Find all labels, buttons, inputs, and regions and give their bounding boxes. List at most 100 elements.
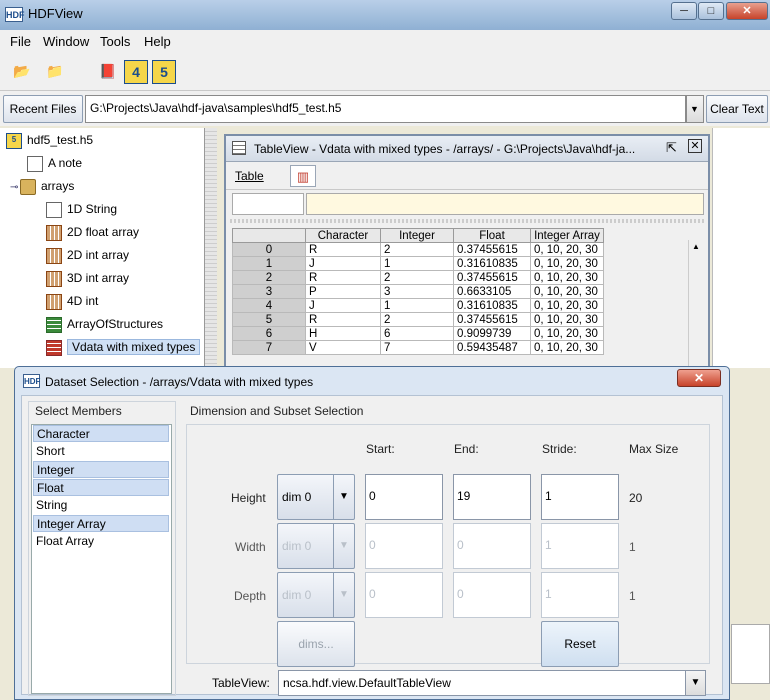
table-cell[interactable]: V	[305, 340, 381, 355]
table-row[interactable]: 7 V 7 0.59435487 0, 10, 20, 30	[232, 340, 604, 355]
row-header[interactable]: 0	[232, 242, 306, 257]
table-cell[interactable]: 0, 10, 20, 30	[530, 256, 604, 271]
height-stride-input[interactable]: 1	[541, 474, 619, 520]
members-list[interactable]: Character Short Integer Float String Int…	[31, 424, 172, 694]
table-row[interactable]: 4 J 1 0.31610835 0, 10, 20, 30	[232, 298, 604, 313]
width-dim-combo[interactable]: dim 0 ▼	[277, 523, 355, 569]
hdf4-library-icon[interactable]: 4	[124, 60, 148, 84]
table-cell[interactable]: 0, 10, 20, 30	[530, 326, 604, 341]
width-stride-input[interactable]: 1	[541, 523, 619, 569]
close-icon[interactable]: ✕	[688, 139, 702, 153]
table-cell[interactable]: J	[305, 256, 381, 271]
maximize-button[interactable]: □	[698, 2, 724, 20]
row-header[interactable]: 2	[232, 270, 306, 285]
chart-icon[interactable]: ▥	[290, 165, 316, 187]
dims-button[interactable]: dims...	[277, 621, 355, 667]
scroll-up-icon[interactable]: ▲	[692, 242, 700, 251]
table-row[interactable]: 6 H 6 0.9099739 0, 10, 20, 30	[232, 326, 604, 341]
table-cell[interactable]: 0.59435487	[453, 340, 531, 355]
table-cell[interactable]: 0, 10, 20, 30	[530, 340, 604, 355]
row-header[interactable]: 4	[232, 298, 306, 313]
table-cell[interactable]: P	[305, 284, 381, 299]
expand-toggle-icon[interactable]: ⊸	[10, 178, 20, 198]
close-file-icon[interactable]: 📁	[40, 56, 70, 86]
close-button[interactable]: ✕	[726, 2, 768, 20]
tree-item-a-note[interactable]: A note	[27, 153, 82, 173]
menu-file[interactable]: File	[10, 34, 31, 49]
reset-button[interactable]: Reset	[541, 621, 619, 667]
table-cell[interactable]: J	[305, 298, 381, 313]
table-cell[interactable]: 0.37455615	[453, 270, 531, 285]
list-item[interactable]: Float	[33, 479, 169, 496]
row-header[interactable]: 3	[232, 284, 306, 299]
clear-text-button[interactable]: Clear Text	[706, 95, 768, 123]
menu-window[interactable]: Window	[43, 34, 89, 49]
table-cell[interactable]: 2	[380, 242, 454, 257]
height-start-input[interactable]: 0	[365, 474, 443, 520]
tableview-combo[interactable]: ncsa.hdf.view.DefaultTableView ▼	[278, 670, 706, 696]
table-cell[interactable]: H	[305, 326, 381, 341]
menu-help[interactable]: Help	[144, 34, 171, 49]
help-book-icon[interactable]: 📕	[93, 56, 123, 86]
row-header[interactable]: 5	[232, 312, 306, 327]
table-cell[interactable]: 0, 10, 20, 30	[530, 284, 604, 299]
width-end-input[interactable]: 0	[453, 523, 531, 569]
depth-stride-input[interactable]: 1	[541, 572, 619, 618]
table-cell[interactable]: 3	[380, 284, 454, 299]
table-cell[interactable]: 0.37455615	[453, 312, 531, 327]
table-cell[interactable]: 0, 10, 20, 30	[530, 298, 604, 313]
depth-start-input[interactable]: 0	[365, 572, 443, 618]
row-header[interactable]: 6	[232, 326, 306, 341]
path-dropdown-button[interactable]: ▼	[686, 95, 704, 123]
table-cell[interactable]: 0.37455615	[453, 242, 531, 257]
column-header[interactable]: Float	[453, 228, 531, 243]
table-row[interactable]: 2 R 2 0.37455615 0, 10, 20, 30	[232, 270, 604, 285]
tree-item-2d-float[interactable]: 2D float array	[46, 222, 139, 242]
depth-end-input[interactable]: 0	[453, 572, 531, 618]
table-cell[interactable]: 2	[380, 270, 454, 285]
tree-item-1d-string[interactable]: 1D String	[46, 199, 117, 219]
table-cell[interactable]: 0.9099739	[453, 326, 531, 341]
table-cell[interactable]: 1	[380, 256, 454, 271]
column-header[interactable]: Character	[305, 228, 381, 243]
table-cell[interactable]: 0.31610835	[453, 256, 531, 271]
dialog-close-button[interactable]: ✕	[677, 369, 721, 387]
list-item[interactable]: String	[33, 497, 169, 514]
file-path-input[interactable]: G:\Projects\Java\hdf-java\samples\hdf5_t…	[85, 95, 686, 123]
cell-value-field[interactable]	[306, 193, 704, 215]
table-cell[interactable]: 0, 10, 20, 30	[530, 312, 604, 327]
list-item[interactable]: Float Array	[33, 533, 169, 550]
table-cell[interactable]: 2	[380, 312, 454, 327]
row-header[interactable]: 1	[232, 256, 306, 271]
list-item[interactable]: Short	[33, 443, 169, 460]
table-cell[interactable]: 0, 10, 20, 30	[530, 270, 604, 285]
table-cell[interactable]: 6	[380, 326, 454, 341]
open-file-icon[interactable]: 📂	[7, 56, 37, 86]
minimize-button[interactable]: ─	[671, 2, 697, 20]
tree-item-root[interactable]: 5 hdf5_test.h5	[6, 130, 93, 150]
menu-table[interactable]: Table	[235, 169, 264, 183]
list-item[interactable]: Character	[33, 425, 169, 442]
tree-item-array-of-structures[interactable]: ArrayOfStructures	[46, 314, 163, 334]
table-cell[interactable]: 0.31610835	[453, 298, 531, 313]
tree-item-vdata-mixed[interactable]: Vdata with mixed types	[46, 337, 201, 357]
table-row[interactable]: 3 P 3 0.6633105 0, 10, 20, 30	[232, 284, 604, 299]
table-cell[interactable]: 1	[380, 298, 454, 313]
tree-item-4d-int[interactable]: 4D int	[46, 291, 98, 311]
column-header[interactable]: Integer Array	[530, 228, 604, 243]
table-cell[interactable]: 0, 10, 20, 30	[530, 242, 604, 257]
height-end-input[interactable]: 19	[453, 474, 531, 520]
tree-item-2d-int[interactable]: 2D int array	[46, 245, 129, 265]
vertical-scrollbar[interactable]: ▲	[688, 240, 704, 374]
tree-item-3d-int[interactable]: 3D int array	[46, 268, 129, 288]
detach-icon[interactable]: ⇱	[666, 140, 677, 156]
table-cell[interactable]: 0.6633105	[453, 284, 531, 299]
table-cell[interactable]: R	[305, 242, 381, 257]
table-cell[interactable]: R	[305, 312, 381, 327]
split-pane-divider[interactable]	[230, 219, 704, 223]
table-cell[interactable]: R	[305, 270, 381, 285]
hdf5-library-icon[interactable]: 5	[152, 60, 176, 84]
split-pane-divider[interactable]	[205, 128, 217, 368]
row-header[interactable]: 7	[232, 340, 306, 355]
tree-item-arrays[interactable]: ⊸ arrays	[10, 176, 74, 196]
